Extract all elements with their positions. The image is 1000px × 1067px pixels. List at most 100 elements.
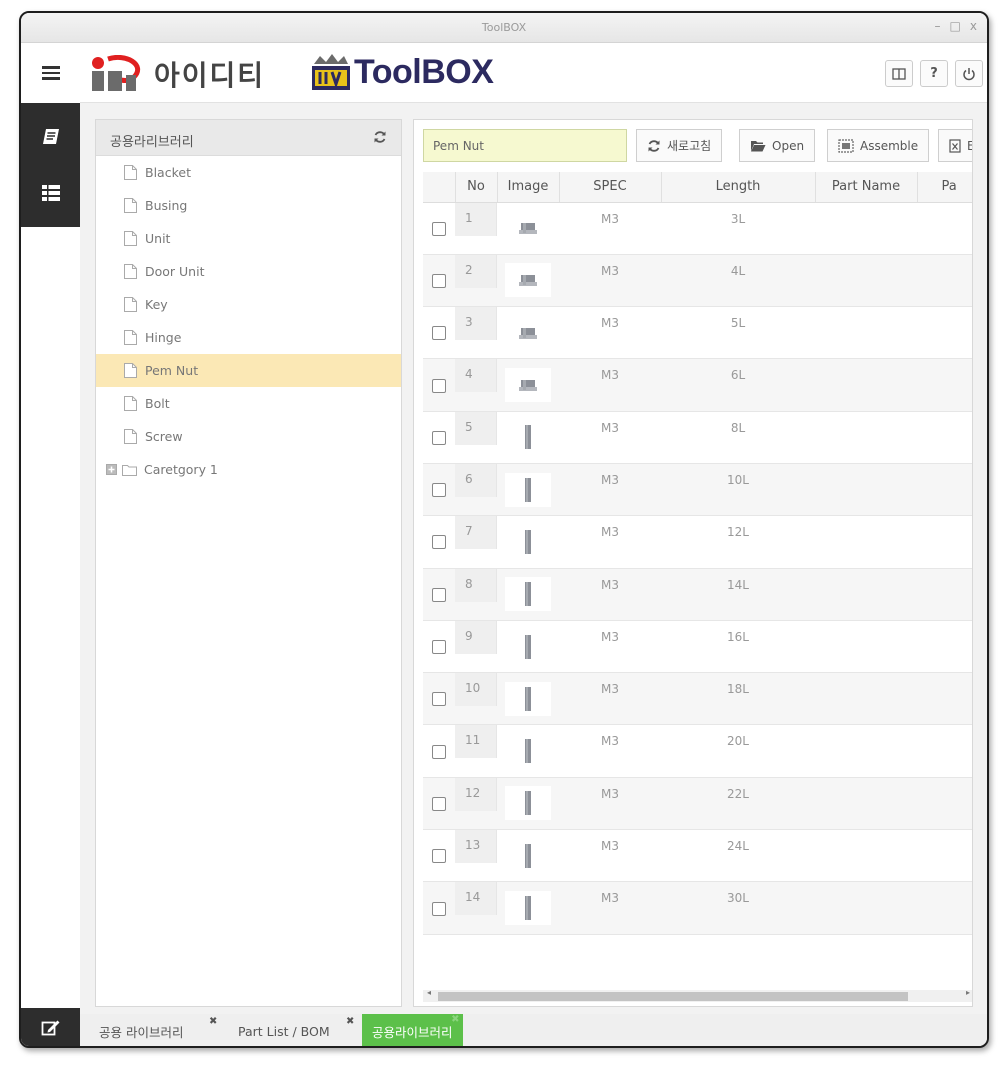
spec-cell: M3 — [559, 463, 661, 516]
scroll-left-icon[interactable]: ◂ — [427, 988, 431, 997]
part-name-cell — [815, 829, 917, 882]
row-number: 8 — [455, 568, 497, 602]
row-checkbox[interactable] — [432, 901, 446, 916]
refresh-button[interactable]: 새로고침 — [636, 129, 723, 162]
table-row[interactable]: 7 M3 12L — [423, 515, 972, 569]
close-tab-icon[interactable]: ✖ — [346, 1016, 354, 1027]
table-row[interactable]: 6 M3 10L — [423, 463, 972, 516]
tree-item[interactable]: Busing — [96, 189, 401, 222]
title-bar: ToolBOX – □ x — [21, 13, 987, 43]
tree-item[interactable]: Hinge — [96, 321, 401, 354]
help-button[interactable]: ? — [920, 60, 948, 87]
part-image — [505, 211, 551, 246]
part-image — [505, 734, 551, 769]
parts-table: No Image SPEC Length Part Name Pa 1 M3 3L 2… — [423, 172, 972, 935]
tree-item[interactable]: Screw — [96, 420, 401, 453]
part-image — [505, 420, 551, 455]
tree-item[interactable]: Bolt — [96, 387, 401, 420]
row-checkbox[interactable] — [432, 587, 446, 602]
scrollbar-thumb[interactable] — [438, 992, 908, 1001]
ideti-logo: 아이디티 — [90, 54, 265, 94]
part-image — [505, 368, 551, 403]
row-checkbox[interactable] — [432, 326, 446, 341]
tree-item[interactable]: Unit — [96, 222, 401, 255]
tree-refresh-icon[interactable] — [373, 130, 387, 144]
length-cell: 16L — [661, 620, 815, 673]
bottom-tab-bar: 공용 라이브러리 ✖ Part List / BOM ✖ 공용라이브러리 ✖ — [80, 1014, 987, 1046]
column-header-image[interactable]: Image — [497, 172, 560, 203]
table-row[interactable]: 2 M3 4L — [423, 254, 972, 307]
tree-item[interactable]: Blacket — [96, 156, 401, 189]
window-title: ToolBOX — [481, 21, 527, 34]
scroll-right-icon[interactable]: ▸ — [966, 988, 970, 997]
column-header-no[interactable]: No — [455, 172, 498, 203]
length-cell: 5L — [661, 306, 815, 359]
row-checkbox[interactable] — [432, 221, 446, 236]
pem-nut-thumbnail — [525, 477, 531, 502]
part-name-cell — [815, 724, 917, 778]
row-checkbox[interactable] — [432, 483, 446, 498]
table-row[interactable]: 12 M3 22L — [423, 777, 972, 830]
column-header-part-name[interactable]: Part Name — [815, 172, 918, 203]
tab-part-list-bom[interactable]: Part List / BOM ✖ — [238, 1014, 354, 1046]
table-row[interactable]: 9 M3 16L — [423, 620, 972, 673]
table-row[interactable]: 13 M3 24L — [423, 829, 972, 882]
length-cell: 14L — [661, 568, 815, 621]
part-image — [505, 577, 551, 612]
tree-item[interactable]: Pem Nut — [96, 354, 401, 387]
table-row[interactable]: 11 M3 20L — [423, 724, 972, 778]
edit-button[interactable] — [21, 1008, 80, 1046]
row-checkbox[interactable] — [432, 796, 446, 811]
row-checkbox[interactable] — [432, 640, 446, 655]
row-checkbox[interactable] — [432, 430, 446, 445]
tree-item-label: Pem Nut — [145, 363, 199, 378]
close-tab-icon[interactable]: ✖ — [451, 1014, 459, 1025]
row-checkbox[interactable] — [432, 849, 446, 864]
column-header-length[interactable]: Length — [661, 172, 816, 203]
spec-cell: M3 — [559, 306, 661, 359]
row-checkbox[interactable] — [432, 692, 446, 707]
table-row[interactable]: 3 M3 5L — [423, 306, 972, 359]
tab-shared-library[interactable]: 공용 라이브러리 ✖ — [99, 1014, 217, 1046]
excel-button[interactable]: E — [938, 129, 972, 162]
row-checkbox[interactable] — [432, 535, 446, 550]
table-row[interactable]: 1 M3 3L — [423, 202, 972, 255]
power-icon — [963, 67, 975, 80]
tree-item[interactable]: Caretgory 1 — [96, 453, 401, 486]
tab-shared-library-active[interactable]: 공용라이브러리 ✖ — [362, 1014, 463, 1046]
refresh-button-label: 새로고침 — [667, 139, 712, 153]
layout-button[interactable] — [885, 60, 913, 87]
close-button[interactable]: x — [970, 19, 977, 33]
minimize-button[interactable]: – — [935, 19, 941, 33]
horizontal-scrollbar[interactable]: ◂ ▸ — [423, 988, 972, 1002]
row-checkbox[interactable] — [432, 378, 446, 393]
pa-cell — [917, 515, 972, 569]
table-row[interactable]: 5 M3 8L — [423, 411, 972, 464]
part-name-cell — [815, 358, 917, 412]
length-cell: 6L — [661, 358, 815, 412]
tree-item[interactable]: Door Unit — [96, 255, 401, 288]
power-button[interactable] — [955, 60, 983, 87]
expand-plus-icon[interactable] — [106, 464, 117, 475]
table-row[interactable]: 14 M3 30L — [423, 881, 972, 935]
row-checkbox[interactable] — [432, 273, 446, 288]
table-row[interactable]: 8 M3 14L — [423, 568, 972, 621]
list-icon — [41, 185, 60, 201]
row-checkbox[interactable] — [432, 744, 446, 759]
nav-item-library[interactable] — [21, 109, 80, 165]
search-input[interactable]: Pem Nut — [423, 129, 627, 162]
nav-item-list[interactable] — [21, 165, 80, 221]
column-header-pa[interactable]: Pa — [917, 172, 972, 203]
column-header-spec[interactable]: SPEC — [559, 172, 662, 203]
parts-grid-panel: Pem Nut 새로고침 Open Assemble No Image SPEC… — [413, 119, 973, 1007]
assemble-button[interactable]: Assemble — [827, 129, 930, 162]
maximize-button[interactable]: □ — [950, 19, 961, 33]
close-tab-icon[interactable]: ✖ — [209, 1016, 217, 1027]
table-row[interactable]: 4 M3 6L — [423, 358, 972, 412]
open-button[interactable]: Open — [739, 129, 816, 162]
hamburger-menu-button[interactable] — [21, 43, 80, 103]
part-image — [505, 629, 551, 664]
pa-cell — [917, 463, 972, 516]
tree-item[interactable]: Key — [96, 288, 401, 321]
table-row[interactable]: 10 M3 18L — [423, 672, 972, 725]
